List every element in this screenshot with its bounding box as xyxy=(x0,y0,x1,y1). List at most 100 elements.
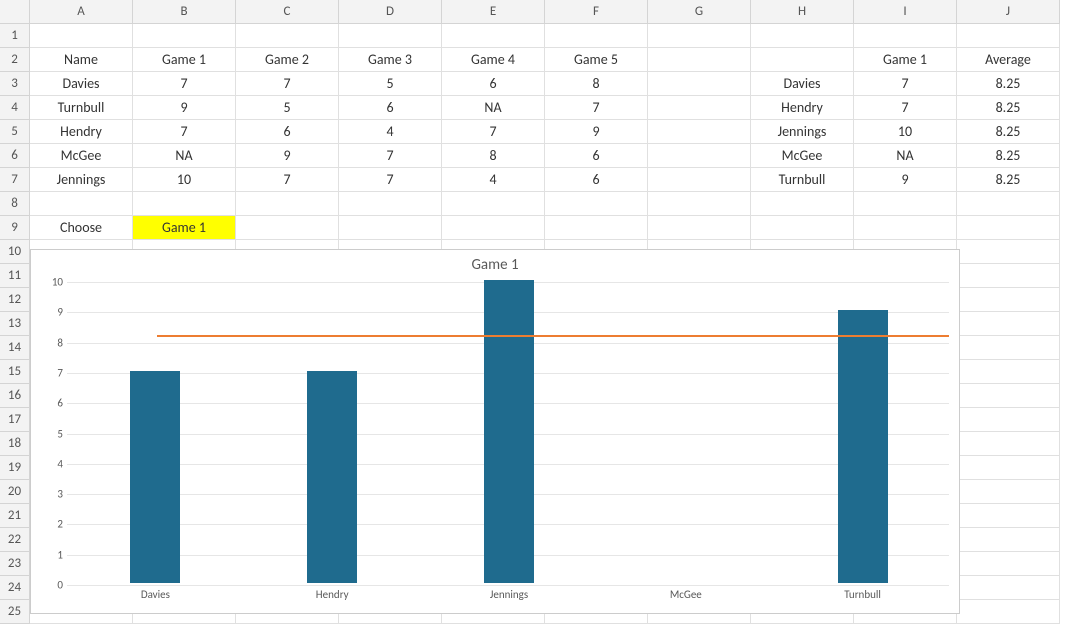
row-header-3[interactable]: 3 xyxy=(0,72,30,96)
col-header-E[interactable]: E xyxy=(442,0,545,24)
cell-D2[interactable]: Game 3 xyxy=(339,48,442,72)
cell-E1[interactable] xyxy=(442,24,545,48)
cell-J20[interactable] xyxy=(957,480,1060,504)
cell-I7[interactable]: 9 xyxy=(854,168,957,192)
cell-G3[interactable] xyxy=(648,72,751,96)
cell-F5[interactable]: 9 xyxy=(545,120,648,144)
cell-I5[interactable]: 10 xyxy=(854,120,957,144)
cell-J22[interactable] xyxy=(957,528,1060,552)
cell-I1[interactable] xyxy=(854,24,957,48)
cell-G1[interactable] xyxy=(648,24,751,48)
cell-I2[interactable]: Game 1 xyxy=(854,48,957,72)
cell-C5[interactable]: 6 xyxy=(236,120,339,144)
cell-D9[interactable] xyxy=(339,216,442,240)
cell-J25[interactable] xyxy=(957,600,1060,624)
bar-jennings[interactable] xyxy=(484,280,534,583)
cell-E6[interactable]: 8 xyxy=(442,144,545,168)
cell-H4[interactable]: Hendry xyxy=(751,96,854,120)
row-header-4[interactable]: 4 xyxy=(0,96,30,120)
cell-G4[interactable] xyxy=(648,96,751,120)
cell-I9[interactable] xyxy=(854,216,957,240)
row-header-25[interactable]: 25 xyxy=(0,600,30,624)
row-header-9[interactable]: 9 xyxy=(0,216,30,240)
cell-H2[interactable] xyxy=(751,48,854,72)
col-header-I[interactable]: I xyxy=(854,0,957,24)
cell-B4[interactable]: 9 xyxy=(133,96,236,120)
cell-A6[interactable]: McGee xyxy=(30,144,133,168)
bar-davies[interactable] xyxy=(130,371,180,583)
row-header-24[interactable]: 24 xyxy=(0,576,30,600)
cell-D1[interactable] xyxy=(339,24,442,48)
col-header-J[interactable]: J xyxy=(957,0,1060,24)
cell-B2[interactable]: Game 1 xyxy=(133,48,236,72)
cell-C2[interactable]: Game 2 xyxy=(236,48,339,72)
cell-I4[interactable]: 7 xyxy=(854,96,957,120)
col-header-A[interactable]: A xyxy=(30,0,133,24)
cell-A9[interactable]: Choose xyxy=(30,216,133,240)
row-header-12[interactable]: 12 xyxy=(0,288,30,312)
cell-J24[interactable] xyxy=(957,576,1060,600)
cell-E4[interactable]: NA xyxy=(442,96,545,120)
cell-D7[interactable]: 7 xyxy=(339,168,442,192)
row-header-16[interactable]: 16 xyxy=(0,384,30,408)
cell-F2[interactable]: Game 5 xyxy=(545,48,648,72)
cell-J13[interactable] xyxy=(957,312,1060,336)
cell-G2[interactable] xyxy=(648,48,751,72)
cell-I3[interactable]: 7 xyxy=(854,72,957,96)
cell-J5[interactable]: 8.25 xyxy=(957,120,1060,144)
cell-J12[interactable] xyxy=(957,288,1060,312)
cell-A4[interactable]: Turnbull xyxy=(30,96,133,120)
cell-I8[interactable] xyxy=(854,192,957,216)
row-header-11[interactable]: 11 xyxy=(0,264,30,288)
cell-J9[interactable] xyxy=(957,216,1060,240)
cell-C6[interactable]: 9 xyxy=(236,144,339,168)
col-header-D[interactable]: D xyxy=(339,0,442,24)
cell-B3[interactable]: 7 xyxy=(133,72,236,96)
cell-A2[interactable]: Name xyxy=(30,48,133,72)
cell-B6[interactable]: NA xyxy=(133,144,236,168)
cell-E8[interactable] xyxy=(442,192,545,216)
cell-C1[interactable] xyxy=(236,24,339,48)
row-header-21[interactable]: 21 xyxy=(0,504,30,528)
row-header-8[interactable]: 8 xyxy=(0,192,30,216)
cell-D4[interactable]: 6 xyxy=(339,96,442,120)
cell-J19[interactable] xyxy=(957,456,1060,480)
col-header-G[interactable]: G xyxy=(648,0,751,24)
cell-A1[interactable] xyxy=(30,24,133,48)
cell-G8[interactable] xyxy=(648,192,751,216)
cell-F6[interactable]: 6 xyxy=(545,144,648,168)
cell-A3[interactable]: Davies xyxy=(30,72,133,96)
cell-D3[interactable]: 5 xyxy=(339,72,442,96)
cell-J10[interactable] xyxy=(957,240,1060,264)
bar-turnbull[interactable] xyxy=(838,310,888,583)
cell-J6[interactable]: 8.25 xyxy=(957,144,1060,168)
col-header-F[interactable]: F xyxy=(545,0,648,24)
cell-F3[interactable]: 8 xyxy=(545,72,648,96)
cell-J21[interactable] xyxy=(957,504,1060,528)
row-header-1[interactable]: 1 xyxy=(0,24,30,48)
cell-B7[interactable]: 10 xyxy=(133,168,236,192)
cell-B1[interactable] xyxy=(133,24,236,48)
row-header-17[interactable]: 17 xyxy=(0,408,30,432)
cell-E3[interactable]: 6 xyxy=(442,72,545,96)
cell-E5[interactable]: 7 xyxy=(442,120,545,144)
col-header-C[interactable]: C xyxy=(236,0,339,24)
cell-J3[interactable]: 8.25 xyxy=(957,72,1060,96)
cell-J17[interactable] xyxy=(957,408,1060,432)
cell-I6[interactable]: NA xyxy=(854,144,957,168)
cell-H6[interactable]: McGee xyxy=(751,144,854,168)
cell-F1[interactable] xyxy=(545,24,648,48)
cell-D8[interactable] xyxy=(339,192,442,216)
row-header-2[interactable]: 2 xyxy=(0,48,30,72)
cell-H8[interactable] xyxy=(751,192,854,216)
cell-A7[interactable]: Jennings xyxy=(30,168,133,192)
row-header-22[interactable]: 22 xyxy=(0,528,30,552)
cell-H5[interactable]: Jennings xyxy=(751,120,854,144)
row-header-18[interactable]: 18 xyxy=(0,432,30,456)
row-header-14[interactable]: 14 xyxy=(0,336,30,360)
cell-H1[interactable] xyxy=(751,24,854,48)
cell-G9[interactable] xyxy=(648,216,751,240)
cell-E9[interactable] xyxy=(442,216,545,240)
cell-G6[interactable] xyxy=(648,144,751,168)
cell-J2[interactable]: Average xyxy=(957,48,1060,72)
